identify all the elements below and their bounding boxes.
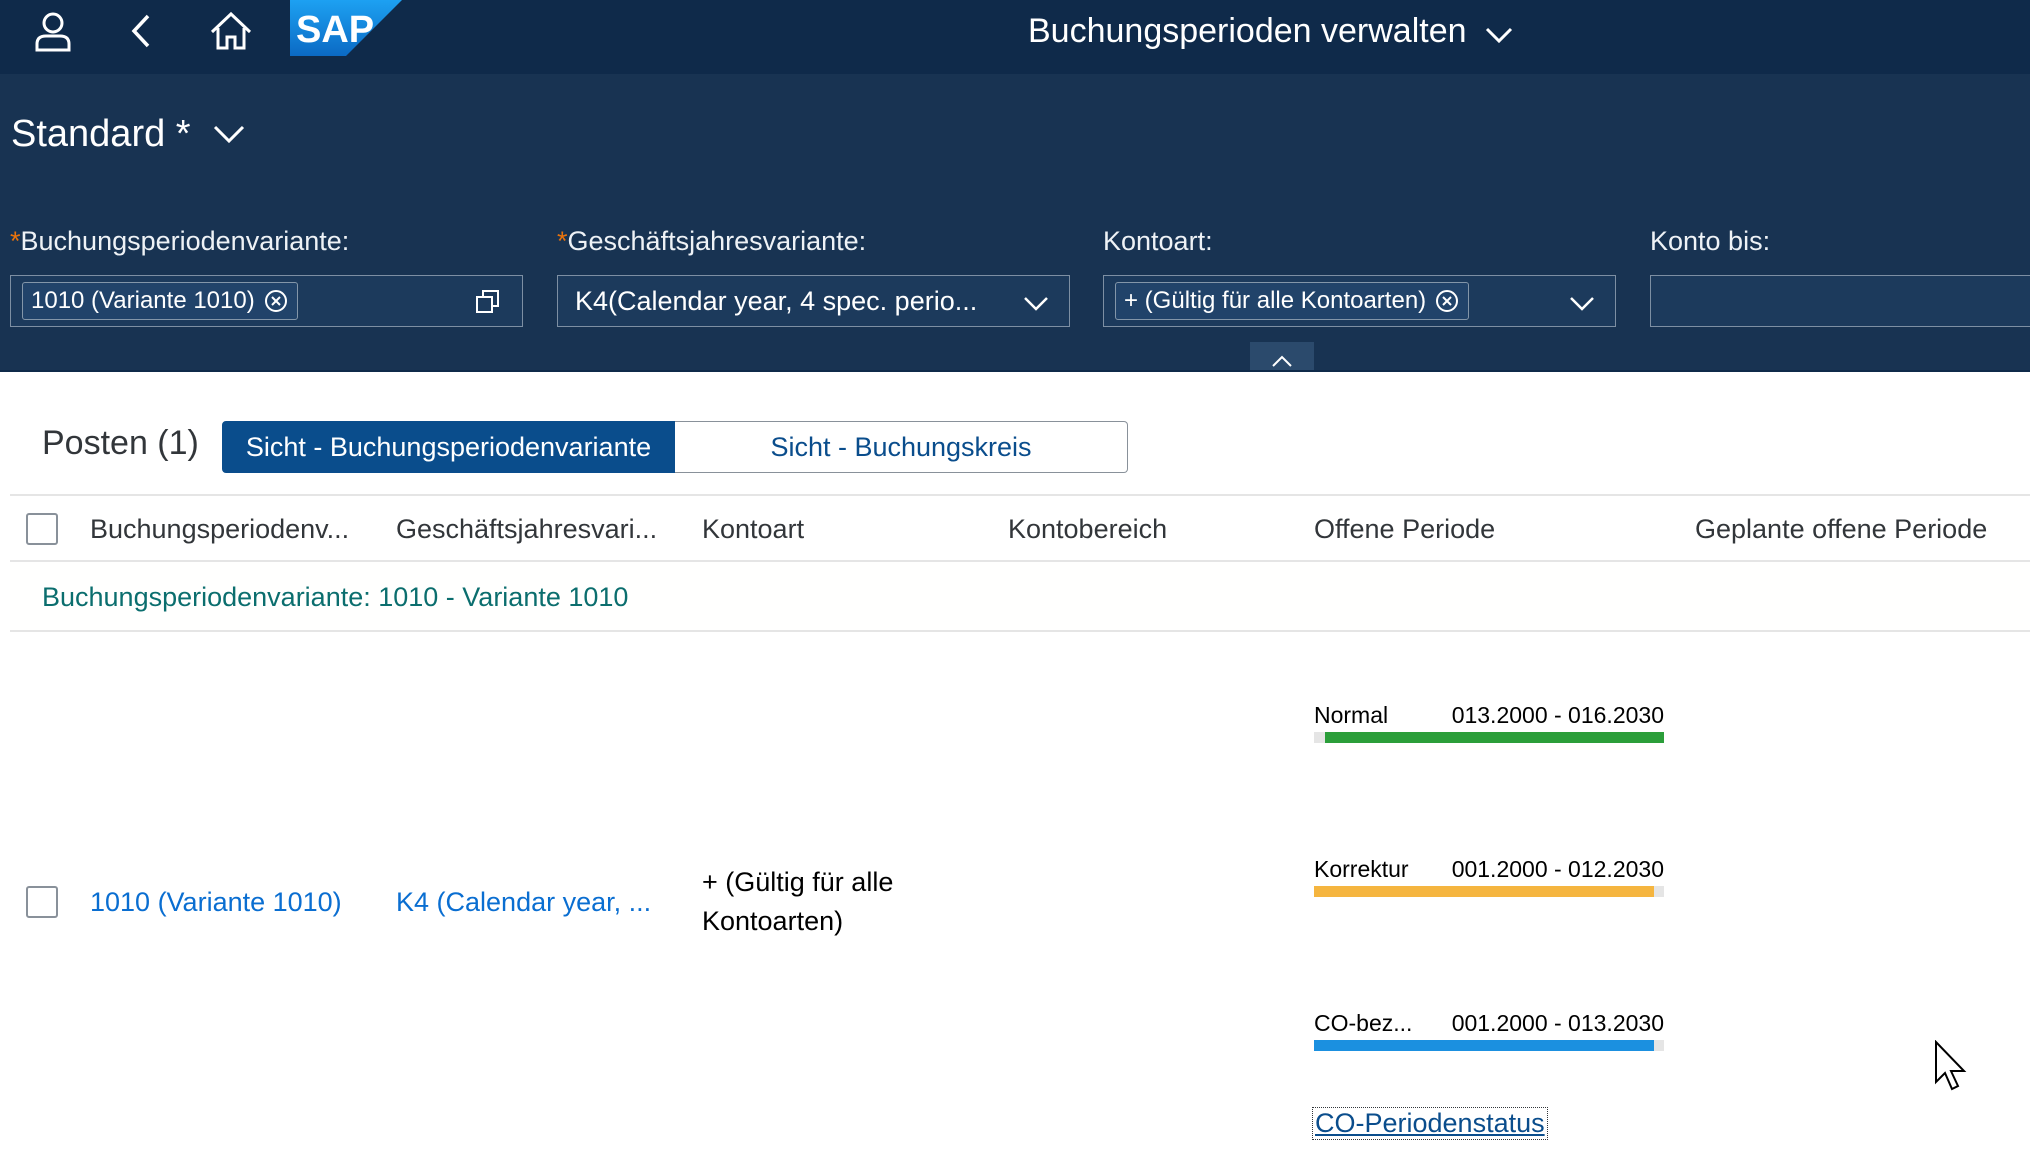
table-title: Posten (1) (42, 424, 199, 462)
app-title: Buchungsperioden verwalten (1028, 11, 1467, 50)
period-bar-track (1314, 1040, 1664, 1051)
user-icon[interactable] (28, 6, 78, 56)
period-bar-track (1314, 886, 1664, 897)
column-header-planned-open-period[interactable]: Geplante offene Periode (1695, 514, 1987, 545)
remove-token-icon[interactable] (263, 288, 289, 314)
table-row[interactable]: 1010 (Variante 1010) K4 (Calendar year, … (10, 634, 2030, 1164)
home-icon[interactable] (206, 6, 256, 56)
filter-token[interactable]: 1010 (Variante 1010) (22, 282, 298, 320)
period-bar-fill (1314, 886, 1654, 897)
account-to-input[interactable] (1650, 275, 2030, 327)
filter-label-posting-period-variant: *Buchungsperiodenvariante: (10, 226, 350, 256)
period-label: CO-bez... (1314, 1010, 1413, 1036)
period-range: 001.2000 - 012.2030 (1451, 856, 1664, 882)
column-header-posting-period-variant[interactable]: Buchungsperiodenv... (90, 514, 349, 545)
variant-name: Standard * (11, 112, 191, 155)
co-period-status-link[interactable]: CO-Periodenstatus (1312, 1107, 1548, 1140)
group-header-text: Buchungsperiodenvariante: 1010 - Variant… (42, 582, 629, 612)
remove-token-icon[interactable] (1434, 288, 1460, 314)
period-bar-track (1314, 732, 1664, 743)
chevron-down-icon[interactable] (1021, 288, 1051, 318)
period-range: 001.2000 - 013.2030 (1451, 1010, 1664, 1036)
column-header-account-type[interactable]: Kontoart (702, 514, 804, 545)
filter-bar: Standard * *Buchungsperiodenvariante: *G… (0, 74, 2030, 382)
column-header-fiscal-year-variant[interactable]: Geschäftsjahresvari... (396, 514, 657, 545)
segment-company-code[interactable]: Sicht - Buchungskreis (675, 421, 1128, 473)
account-type-multiselect[interactable]: + (Gültig für alle Kontoarten) (1103, 275, 1616, 327)
back-icon[interactable] (118, 6, 168, 56)
chevron-down-icon[interactable] (1567, 288, 1597, 318)
fiscal-year-variant-link[interactable]: K4 (Calendar year, ... (396, 887, 651, 918)
period-label: Normal (1314, 702, 1389, 728)
posting-period-variant-link[interactable]: 1010 (Variante 1010) (90, 887, 342, 918)
sap-logo[interactable]: SAP (290, 0, 402, 56)
row-checkbox[interactable] (26, 886, 58, 918)
app-title-menu[interactable]: Buchungsperioden verwalten (1028, 4, 1517, 58)
table-area: Posten (1) Sicht - Buchungsperiodenvaria… (0, 370, 2030, 1162)
chevron-down-icon (213, 125, 244, 144)
column-header-account-range[interactable]: Kontobereich (1008, 514, 1167, 545)
period-bar-fill (1314, 1040, 1654, 1051)
account-type-cell: + (Gültig für alle Kontoarten) (702, 867, 894, 936)
view-segmented-button: Sicht - Buchungsperiodenvariante Sicht -… (222, 421, 1128, 473)
period-bar-fill (1324, 732, 1664, 743)
period-label: Korrektur (1314, 856, 1409, 882)
filter-label-account-to: Konto bis: (1650, 226, 1771, 256)
svg-text:SAP: SAP (296, 9, 374, 51)
segment-posting-period-variant[interactable]: Sicht - Buchungsperiodenvariante (222, 421, 675, 473)
fiscal-year-variant-select[interactable]: K4(Calendar year, 4 spec. perio... (557, 275, 1070, 327)
filter-label-account-type: Kontoart: (1103, 226, 1213, 256)
value-help-icon[interactable] (472, 286, 504, 318)
mouse-cursor-icon (1935, 1040, 1967, 1091)
filter-token[interactable]: + (Gültig für alle Kontoarten) (1115, 282, 1470, 320)
variant-management[interactable]: Standard * (11, 106, 247, 162)
column-header-open-period[interactable]: Offene Periode (1314, 514, 1495, 545)
period-range: 013.2000 - 016.2030 (1451, 702, 1664, 728)
filter-label-fiscal-year-variant: *Geschäftsjahresvariante: (557, 226, 867, 256)
table-header: Buchungsperiodenv... Geschäftsjahresvari… (10, 494, 2030, 562)
group-header-row: Buchungsperiodenvariante: 1010 - Variant… (10, 562, 2030, 632)
shell-bar: SAP Buchungsperioden verwalten (0, 0, 2030, 74)
select-all-checkbox[interactable] (26, 513, 58, 545)
posting-period-variant-input[interactable]: 1010 (Variante 1010) (10, 275, 523, 327)
chevron-down-icon (1485, 27, 1512, 44)
